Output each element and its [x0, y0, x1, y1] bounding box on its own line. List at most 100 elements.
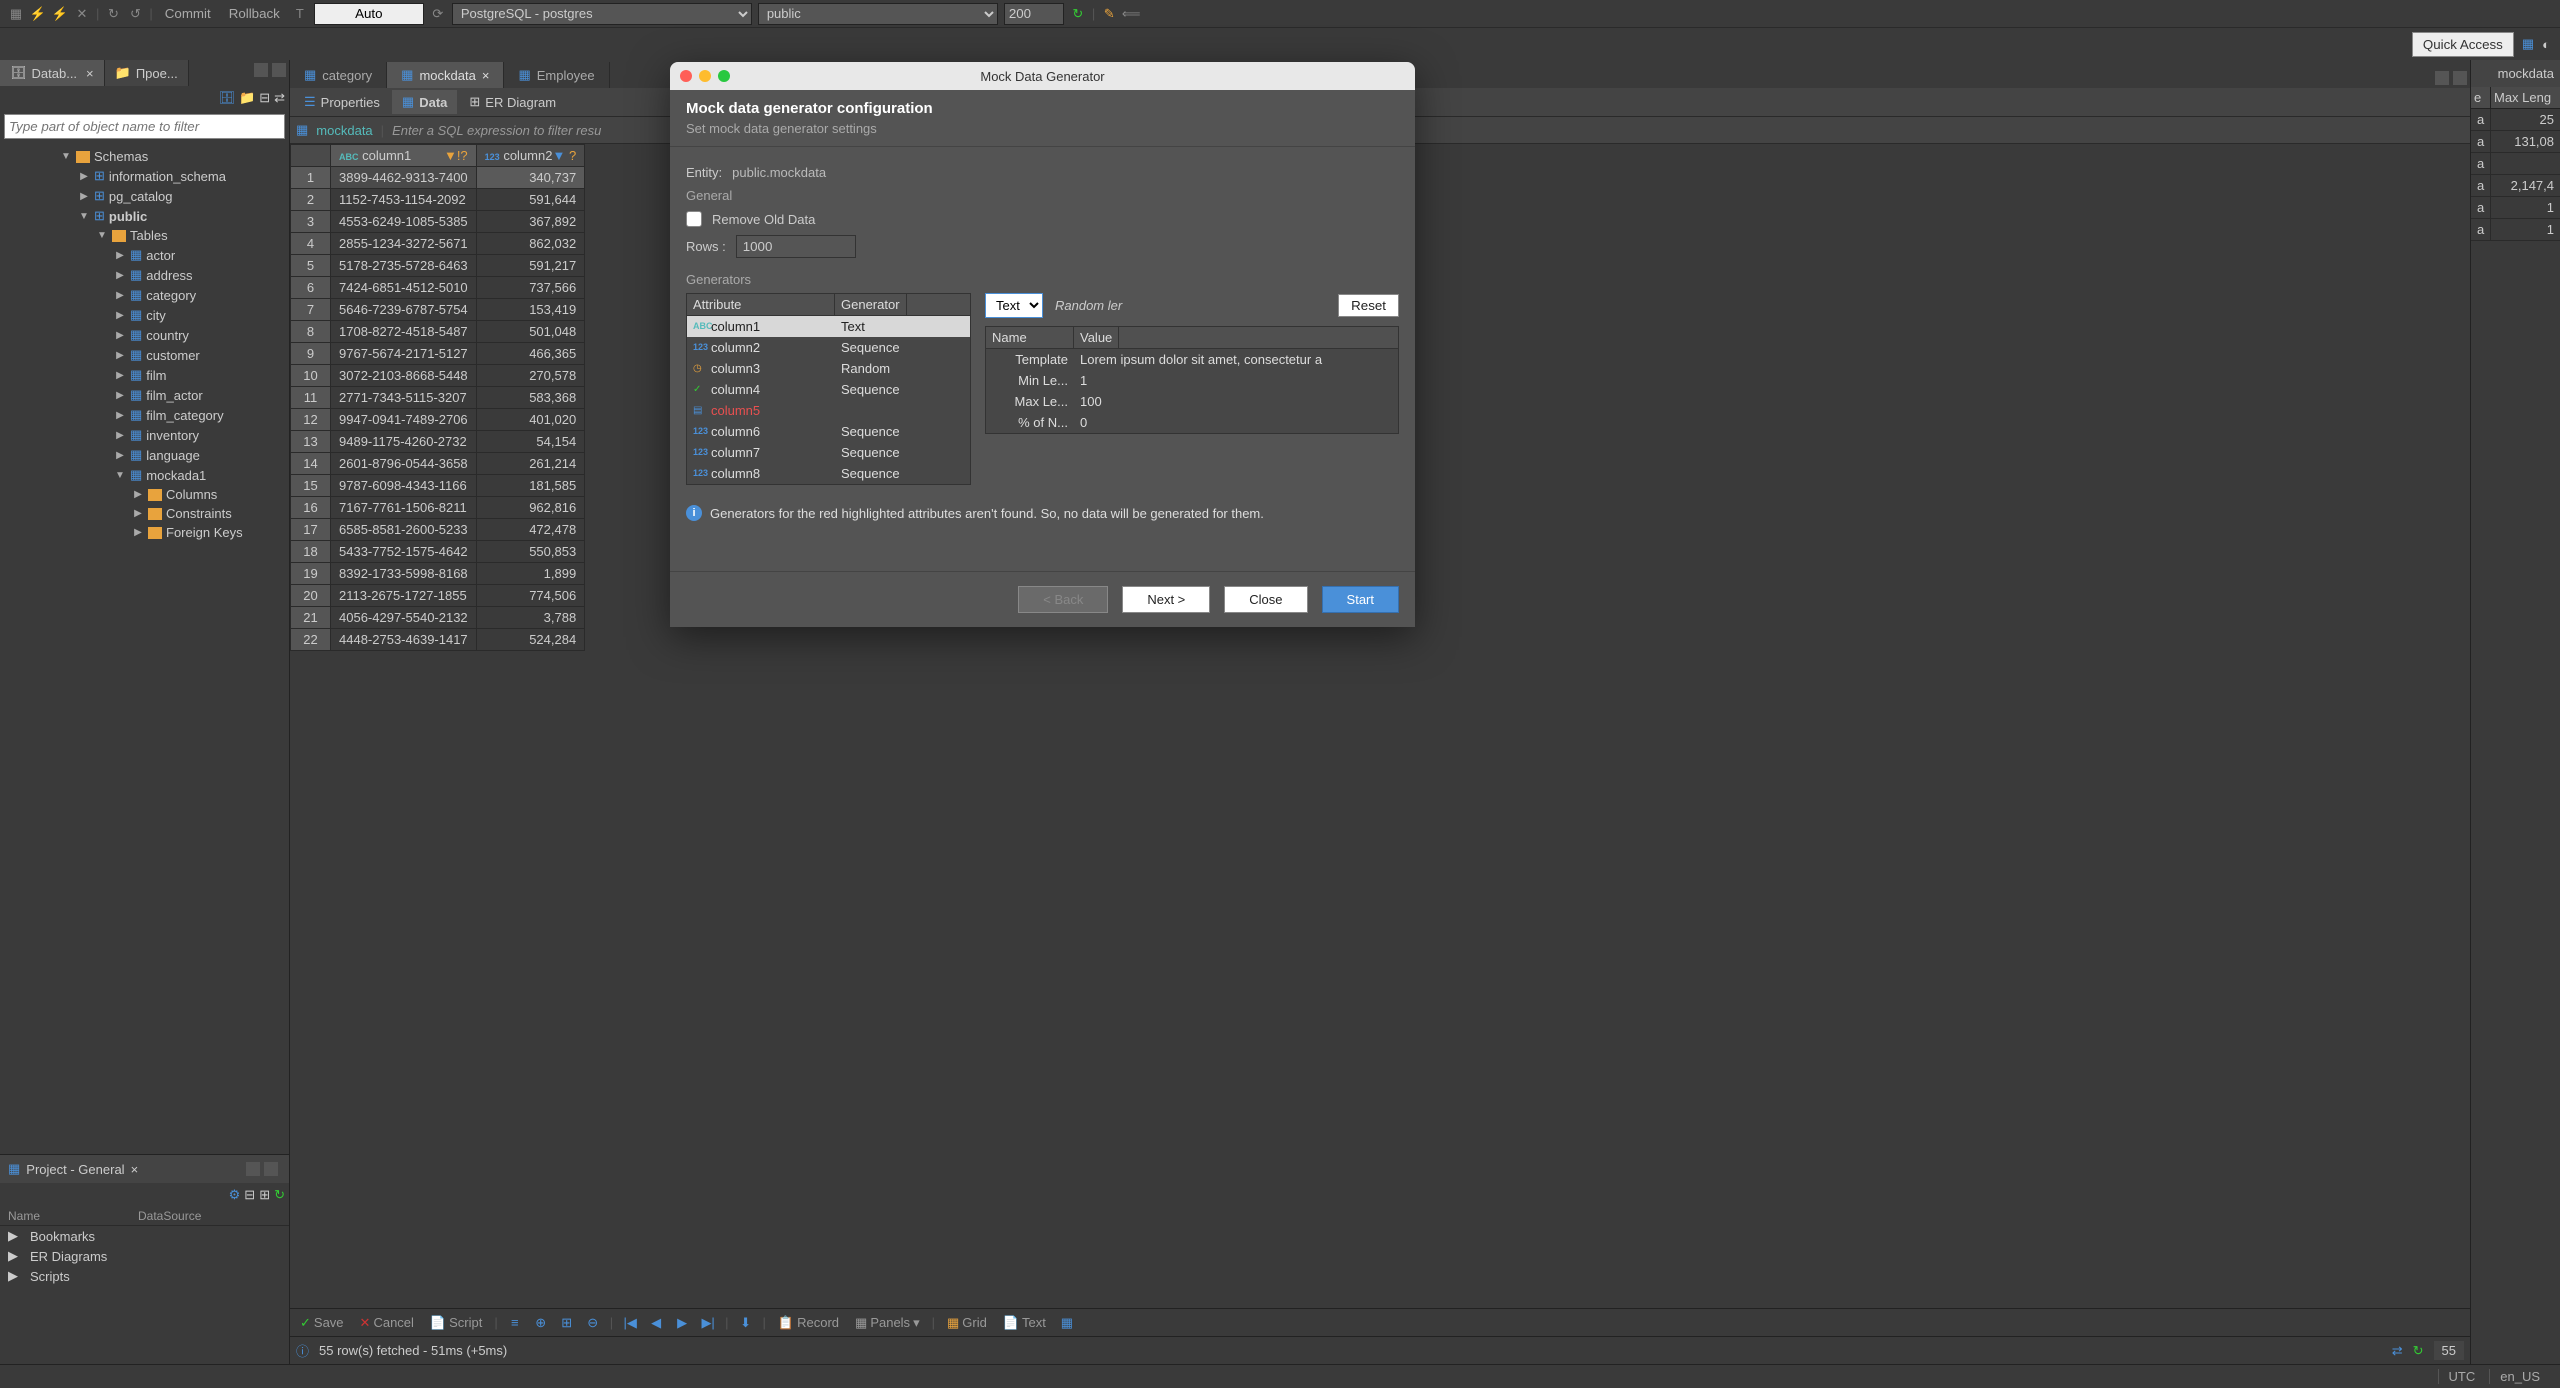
- tree-info-schema[interactable]: ▶⊞information_schema: [0, 166, 289, 186]
- tree-public[interactable]: ▼⊞public: [0, 206, 289, 226]
- rollback-button[interactable]: Rollback: [223, 4, 286, 23]
- add-row-icon[interactable]: ⊕: [532, 1315, 550, 1331]
- cell[interactable]: 5178-2735-5728-6463: [331, 255, 477, 277]
- table-row[interactable]: 198392-1733-5998-81681,899: [291, 563, 585, 585]
- cell[interactable]: 9947-0941-7489-2706: [331, 409, 477, 431]
- cell[interactable]: 9787-6098-4343-1166: [331, 475, 477, 497]
- cell[interactable]: 501,048: [476, 321, 585, 343]
- generator-row[interactable]: ▤column5: [687, 400, 970, 421]
- cell[interactable]: 5646-7239-6787-5754: [331, 299, 477, 321]
- cell[interactable]: 1152-7453-1154-2092: [331, 189, 477, 211]
- generator-row[interactable]: ABCcolumn1Text: [687, 316, 970, 337]
- link-icon[interactable]: ⇄: [2392, 1343, 2403, 1359]
- cell[interactable]: 181,585: [476, 475, 585, 497]
- cell[interactable]: 261,214: [476, 453, 585, 475]
- tree-table[interactable]: ▶▦customer: [0, 345, 289, 365]
- table-row[interactable]: 75646-7239-6787-5754153,419: [291, 299, 585, 321]
- limit-input[interactable]: [1004, 3, 1064, 25]
- table-row[interactable]: 185433-7752-1575-4642550,853: [291, 541, 585, 563]
- tab-database[interactable]: 🗄 Datab... ×: [0, 60, 105, 86]
- copy-icon[interactable]: ⊟: [244, 1187, 255, 1203]
- fetch-icon[interactable]: ⬇: [737, 1315, 755, 1331]
- tree-tables[interactable]: ▼Tables: [0, 226, 289, 245]
- plug2-icon[interactable]: ⚡: [52, 6, 68, 22]
- align-icon[interactable]: ≡: [506, 1315, 524, 1330]
- tx-mode-select[interactable]: [314, 3, 424, 25]
- grid-view-button[interactable]: ▦Grid: [943, 1313, 991, 1333]
- panels-button[interactable]: ▦Panels ▾: [851, 1313, 924, 1333]
- tree-schemas[interactable]: ▼Schemas: [0, 147, 289, 166]
- cell[interactable]: 1,899: [476, 563, 585, 585]
- pencil-icon[interactable]: ✎: [1101, 6, 1117, 22]
- refresh2-icon[interactable]: ↺: [127, 6, 143, 22]
- save-button[interactable]: ✓Save: [296, 1313, 348, 1333]
- table-row[interactable]: 81708-8272-4518-5487501,048: [291, 321, 585, 343]
- property-row[interactable]: % of N...0: [986, 412, 1398, 433]
- editor-tab-category[interactable]: ▦category: [290, 62, 387, 88]
- table-row[interactable]: 176585-8581-2600-5233472,478: [291, 519, 585, 541]
- table-row[interactable]: 214056-4297-5540-21323,788: [291, 607, 585, 629]
- cell[interactable]: 153,419: [476, 299, 585, 321]
- table-row[interactable]: 34553-6249-1085-5385367,892: [291, 211, 585, 233]
- link-icon[interactable]: ⇄: [274, 90, 285, 106]
- minimize-icon[interactable]: [2435, 71, 2449, 85]
- property-row[interactable]: TemplateLorem ipsum dolor sit amet, cons…: [986, 349, 1398, 370]
- sub-tab-properties[interactable]: ☰Properties: [294, 90, 390, 114]
- cell[interactable]: 2771-7343-5115-3207: [331, 387, 477, 409]
- tree-table[interactable]: ▶▦film: [0, 365, 289, 385]
- cell[interactable]: 6585-8581-2600-5233: [331, 519, 477, 541]
- collapse-icon[interactable]: ⊟: [259, 90, 270, 106]
- tab-project[interactable]: 📁 Прое...: [105, 60, 189, 86]
- cell[interactable]: 4448-2753-4639-1417: [331, 629, 477, 651]
- tree-table[interactable]: ▶▦actor: [0, 245, 289, 265]
- cell[interactable]: 2601-8796-0544-3658: [331, 453, 477, 475]
- filter-hint[interactable]: Enter a SQL expression to filter resu: [392, 123, 601, 138]
- sub-tab-data[interactable]: ▦Data: [392, 90, 457, 114]
- perspective-icon[interactable]: ▦: [2522, 36, 2534, 52]
- next-icon[interactable]: ▶: [673, 1315, 691, 1331]
- close-icon[interactable]: ×: [482, 68, 490, 83]
- cell[interactable]: 367,892: [476, 211, 585, 233]
- gear-icon[interactable]: ⚙: [229, 1187, 241, 1203]
- generators-table[interactable]: Attribute Generator ABCcolumn1Text123col…: [686, 293, 971, 485]
- generator-row[interactable]: 123column2Sequence: [687, 337, 970, 358]
- back-button[interactable]: < Back: [1018, 586, 1108, 613]
- project-row[interactable]: ▶Bookmarks: [0, 1226, 289, 1246]
- last-icon[interactable]: ▶|: [699, 1315, 717, 1331]
- cell[interactable]: 550,853: [476, 541, 585, 563]
- generator-row[interactable]: 123column8Sequence: [687, 463, 970, 484]
- minimize-icon[interactable]: [246, 1162, 260, 1176]
- script-button[interactable]: 📄Script: [426, 1313, 486, 1333]
- table-row[interactable]: 129947-0941-7489-2706401,020: [291, 409, 585, 431]
- tree-table[interactable]: ▶▦language: [0, 445, 289, 465]
- table-row[interactable]: 224448-2753-4639-1417524,284: [291, 629, 585, 651]
- new-folder-icon[interactable]: 📁: [239, 90, 255, 106]
- cell[interactable]: 862,032: [476, 233, 585, 255]
- tree-pg-catalog[interactable]: ▶⊞pg_catalog: [0, 186, 289, 206]
- cell[interactable]: 2113-2675-1727-1855: [331, 585, 477, 607]
- table-row[interactable]: 103072-2103-8668-5448270,578: [291, 365, 585, 387]
- cell[interactable]: 591,217: [476, 255, 585, 277]
- tree-table[interactable]: ▶▦category: [0, 285, 289, 305]
- project-row[interactable]: ▶ER Diagrams: [0, 1246, 289, 1266]
- cell[interactable]: 2855-1234-3272-5671: [331, 233, 477, 255]
- commit-button[interactable]: Commit: [159, 4, 217, 23]
- project-row[interactable]: ▶Scripts: [0, 1266, 289, 1286]
- record-button[interactable]: 📋Record: [774, 1313, 843, 1333]
- remove-old-checkbox[interactable]: [686, 211, 702, 227]
- cell[interactable]: 8392-1733-5998-8168: [331, 563, 477, 585]
- sub-tab-er[interactable]: ⊞ER Diagram: [459, 90, 566, 114]
- cell[interactable]: 5433-7752-1575-4642: [331, 541, 477, 563]
- table-row[interactable]: 99767-5674-2171-5127466,365: [291, 343, 585, 365]
- rows-input[interactable]: [736, 235, 856, 258]
- tree-table[interactable]: ▼▦mockada1: [0, 465, 289, 485]
- col-column1[interactable]: ABC column1▼!?: [331, 145, 477, 167]
- refresh-icon[interactable]: ↻: [274, 1187, 285, 1203]
- cell[interactable]: 54,154: [476, 431, 585, 453]
- tree-table[interactable]: ▶▦inventory: [0, 425, 289, 445]
- refresh-icon[interactable]: ↻: [105, 6, 121, 22]
- close-icon[interactable]: ×: [131, 1162, 139, 1177]
- generator-row[interactable]: ◷column3Random: [687, 358, 970, 379]
- reset-button[interactable]: Reset: [1338, 294, 1399, 317]
- schema-select[interactable]: public: [758, 3, 998, 25]
